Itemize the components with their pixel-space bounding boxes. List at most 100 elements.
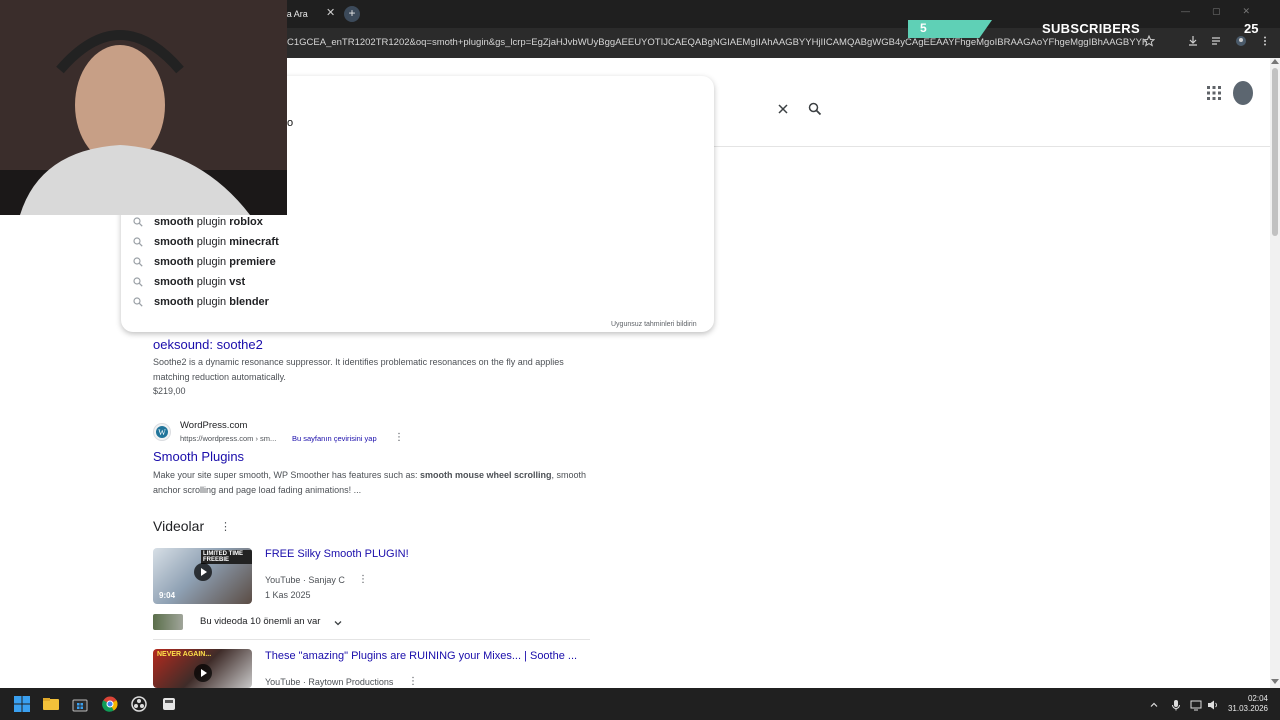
tab-close-button[interactable]: ✕ [326, 6, 335, 20]
bookmark-star-icon[interactable] [1142, 34, 1156, 48]
thumbnail-badge: NEVER AGAIN... [157, 651, 212, 658]
video-title[interactable]: These "amazing" Plugins are RUINING your… [265, 650, 577, 662]
maximize-icon[interactable]: ▢ [1212, 6, 1243, 16]
suggestion-middle: plugin [193, 236, 230, 248]
store-icon[interactable] [72, 696, 88, 712]
header-divider [714, 146, 1270, 147]
screen: 'da Ara ✕ + —▢✕ C1GCEA_enTR1202TR1202&oq… [0, 0, 1280, 720]
videos-more-options-icon[interactable]: ⋮ [220, 520, 231, 533]
scroll-down-arrow-icon[interactable] [1271, 679, 1279, 684]
clear-search-icon[interactable] [776, 102, 790, 116]
windows-start-icon[interactable] [14, 696, 30, 712]
google-apps-icon[interactable] [1206, 85, 1222, 101]
taskbar: 02:04 31.03.2026 [0, 688, 1280, 720]
suggestion-suffix: premiere [229, 256, 276, 268]
play-icon [194, 563, 212, 581]
suggestion-search-icon [133, 297, 143, 307]
profile-icon[interactable] [1234, 34, 1248, 48]
suggestion-prefix: smooth [154, 256, 194, 268]
play-icon [194, 664, 212, 682]
subscriber-label: SUBSCRIBERS [1042, 21, 1140, 36]
suggestion-search-icon [133, 217, 143, 227]
download-icon[interactable] [1186, 34, 1200, 48]
result-title-smooth-plugins[interactable]: Smooth Plugins [153, 449, 244, 464]
network-icon[interactable] [1190, 698, 1202, 711]
app-icon[interactable] [161, 696, 177, 712]
suggestion-search-icon [133, 257, 143, 267]
media-queue-icon[interactable] [1210, 34, 1224, 48]
clock-date: 31.03.2026 [1227, 704, 1268, 713]
result-description: Make your site super smooth, WP Smoother… [153, 468, 593, 498]
suggestion-search-icon [133, 237, 143, 247]
window-controls: —▢✕ [1181, 6, 1272, 17]
video-thumbnail[interactable]: LIMITED TIME FREEBIE 9:04 [153, 548, 252, 604]
video-more-options-icon[interactable]: ⋮ [408, 676, 418, 687]
obs-icon[interactable] [131, 696, 147, 712]
translate-page-link[interactable]: Bu sayfanın çevirisini yap [292, 434, 377, 443]
minimize-icon[interactable]: — [1181, 6, 1212, 16]
suggestion-prefix: smooth [154, 296, 194, 308]
url-field[interactable]: C1GCEA_enTR1202TR1202&oq=smoth+plugin&gs… [287, 37, 1147, 51]
suggestion-item[interactable]: smooth plugin premiere [131, 252, 531, 272]
suggestion-item[interactable]: smooth plugin roblox [131, 212, 531, 232]
result-price: $219,00 [153, 386, 186, 396]
videos-heading: Videolar [153, 518, 205, 534]
video-divider [153, 639, 590, 640]
subscriber-count: 25 [1244, 21, 1259, 36]
key-moments-toggle[interactable]: Bu videoda 10 önemli an var [200, 616, 320, 627]
system-clock[interactable]: 02:04 31.03.2026 [1226, 694, 1268, 714]
svg-text:W: W [158, 428, 166, 437]
chevron-down-icon[interactable] [333, 615, 343, 626]
result-description: Soothe2 is a dynamic resonance suppresso… [153, 357, 564, 382]
new-tab-button[interactable]: + [344, 6, 360, 22]
video-more-options-icon[interactable]: ⋮ [358, 574, 368, 585]
suggestion-suffix: vst [229, 276, 246, 288]
chrome-icon[interactable] [102, 696, 118, 712]
result-url: https://wordpress.com › sm... [180, 434, 277, 443]
video-title[interactable]: FREE Silky Smooth PLUGIN! [265, 548, 409, 560]
thumbnail-badge: LIMITED TIME FREEBIE [201, 550, 252, 564]
close-window-icon[interactable]: ✕ [1242, 6, 1272, 16]
suggestion-middle: plugin [193, 296, 230, 308]
browser-menu-icon[interactable] [1258, 34, 1272, 48]
video-thumbnail[interactable]: NEVER AGAIN... [153, 649, 252, 688]
suggestion-item[interactable]: smooth plugin vst [131, 272, 531, 292]
suggestion-suffix: blender [229, 296, 269, 308]
tray-overflow-chevron-icon[interactable] [1148, 698, 1160, 710]
scrollbar-thumb[interactable] [1272, 68, 1278, 236]
account-avatar[interactable] [1233, 81, 1253, 105]
microphone-icon[interactable] [1170, 698, 1182, 711]
browser-tab[interactable]: 'da Ara [280, 4, 348, 24]
result-more-options-icon[interactable]: ⋮ [394, 432, 404, 443]
suggestion-middle: plugin [193, 216, 230, 228]
volume-icon[interactable] [1207, 698, 1219, 710]
search-partial-text: o [287, 117, 294, 129]
suggestion-middle: plugin [193, 276, 230, 288]
suggestion-item[interactable]: smooth plugin blender [131, 292, 531, 312]
key-moments-thumbnail [153, 614, 183, 630]
desc-highlight: smooth mouse wheel scrolling [419, 470, 552, 480]
scroll-up-arrow-icon[interactable] [1271, 59, 1279, 64]
video-duration: 9:04 [159, 591, 176, 600]
result-site-name: WordPress.com [180, 420, 248, 431]
toolbar-icons [1142, 34, 1272, 48]
suggestion-prefix: smooth [154, 236, 194, 248]
file-explorer-icon[interactable] [43, 696, 59, 712]
search-submit-icon[interactable] [808, 102, 822, 116]
suggestion-suffix: minecraft [229, 236, 279, 248]
wordpress-favicon-icon: W [153, 423, 171, 441]
suggestion-suffix: roblox [229, 216, 263, 228]
suggestion-list: smooth plugin roblox smooth plugin minec… [131, 212, 531, 312]
suggestion-middle: plugin [193, 256, 230, 268]
webcam-overlay [0, 0, 287, 215]
desc-part: Make your site super smooth, WP Smoother… [153, 470, 420, 480]
result-title-soothe2[interactable]: oeksound: soothe2 [153, 337, 263, 352]
report-predictions-link[interactable]: Uygunsuz tahminleri bildirin [611, 321, 697, 328]
video-date: 1 Kas 2025 [265, 590, 311, 600]
video-source: YouTube · Raytown Productions [265, 677, 394, 687]
suggestion-prefix: smooth [154, 276, 194, 288]
suggestion-search-icon [133, 277, 143, 287]
suggestion-item[interactable]: smooth plugin minecraft [131, 232, 531, 252]
clock-time: 02:04 [1247, 694, 1268, 703]
